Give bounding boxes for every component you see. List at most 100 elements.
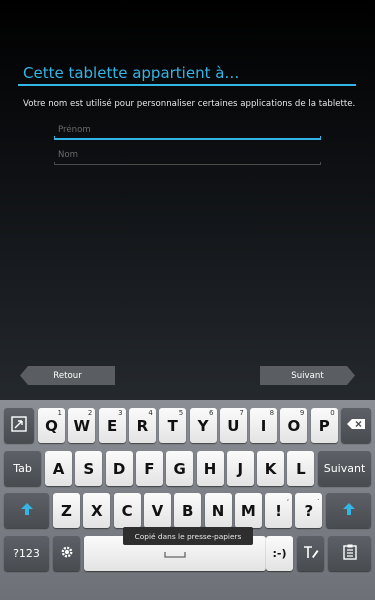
key-h[interactable]: H — [196, 451, 224, 486]
space-icon — [164, 545, 186, 563]
key-secondary-label: 9 — [299, 409, 305, 417]
first-name-placeholder: Prénom — [58, 125, 91, 135]
key-f[interactable]: F — [135, 451, 163, 486]
title-divider — [18, 84, 356, 86]
key-label: J — [237, 459, 244, 478]
first-name-field[interactable]: Prénom — [54, 122, 321, 140]
on-screen-keyboard: Tab Suivant ?123 :-) Q1W2E3R4T5Y6U7I8O9P… — [0, 400, 375, 600]
key-label: Y — [197, 416, 209, 435]
last-name-field[interactable]: Nom — [54, 147, 321, 165]
key-w[interactable]: W2 — [68, 408, 96, 443]
shift-icon — [342, 502, 355, 519]
last-name-underline — [54, 164, 321, 165]
key-label: I — [260, 416, 267, 435]
symbols-key[interactable]: ?123 — [4, 536, 49, 571]
key-k[interactable]: K — [257, 451, 285, 486]
key-label: ? — [304, 501, 314, 520]
key-label: Z — [61, 501, 72, 520]
key-c[interactable]: C — [113, 493, 141, 528]
key-secondary-label: 4 — [148, 409, 153, 417]
key-label: K — [264, 459, 277, 478]
key-secondary-label: 6 — [209, 409, 214, 417]
key-m[interactable]: M — [234, 493, 262, 528]
settings-key[interactable] — [53, 536, 80, 571]
key-label: B — [181, 501, 194, 520]
back-button[interactable]: Retour — [20, 366, 115, 385]
key-q[interactable]: Q1 — [38, 408, 65, 443]
settings-icon — [60, 545, 74, 562]
shift-icon — [20, 502, 33, 519]
key-label: ! — [275, 501, 283, 520]
key-secondary-label: , — [286, 494, 290, 502]
smiley-key[interactable]: :-) — [266, 536, 293, 571]
shift-key-left[interactable] — [4, 493, 49, 528]
key-secondary-label: 8 — [269, 409, 275, 417]
key-label: O — [287, 416, 301, 435]
key-e[interactable]: E3 — [98, 408, 126, 443]
key-y[interactable]: Y6 — [189, 408, 217, 443]
key-r[interactable]: R4 — [128, 408, 156, 443]
key-label: H — [203, 459, 217, 478]
key-secondary-label: . — [317, 494, 320, 502]
key-o[interactable]: O9 — [280, 408, 308, 443]
key-label: G — [173, 459, 186, 478]
key-secondary-label: 5 — [178, 409, 184, 417]
last-name-placeholder: Nom — [58, 150, 79, 160]
first-name-underline — [54, 138, 321, 140]
key-l[interactable]: L — [287, 451, 315, 486]
key-secondary-label: 1 — [57, 409, 62, 417]
key-label: W — [73, 416, 91, 435]
next-button[interactable]: Suivant — [260, 366, 355, 385]
key-s[interactable]: S — [75, 451, 103, 486]
key-label: E — [106, 416, 118, 435]
key-exclamation[interactable]: !, — [265, 493, 293, 528]
key-label: Q — [45, 416, 58, 435]
key-n[interactable]: N — [204, 493, 232, 528]
handwriting-icon — [303, 545, 319, 562]
key-secondary-label: 3 — [118, 409, 123, 417]
handwriting-key[interactable] — [297, 536, 324, 571]
key-label: D — [112, 459, 126, 478]
key-secondary-label: 2 — [87, 409, 93, 417]
key-j[interactable]: J — [226, 451, 254, 486]
enter-key[interactable]: Suivant — [318, 451, 371, 486]
setup-screen: Cette tablette appartient à… Votre nom e… — [0, 0, 375, 400]
key-label: U — [227, 416, 240, 435]
key-secondary-label: 0 — [330, 409, 335, 417]
key-z[interactable]: Z — [53, 493, 80, 528]
key-secondary-label: 7 — [239, 409, 244, 417]
clipboard-toast: Copié dans le presse-papiers — [123, 527, 253, 545]
key-label: F — [144, 459, 155, 478]
key-d[interactable]: D — [105, 451, 133, 486]
key-label: X — [91, 501, 103, 520]
key-p[interactable]: P0 — [310, 408, 338, 443]
tab-key[interactable]: Tab — [4, 451, 41, 486]
key-label: R — [136, 416, 149, 435]
key-b[interactable]: B — [174, 493, 202, 528]
clipboard-icon — [342, 544, 357, 563]
key-i[interactable]: I8 — [250, 408, 278, 443]
key-x[interactable]: X — [83, 493, 111, 528]
backspace-key[interactable] — [341, 408, 371, 443]
key-a[interactable]: A — [45, 451, 72, 486]
key-v[interactable]: V — [143, 493, 171, 528]
resize-icon — [11, 416, 27, 435]
key-label: A — [52, 459, 65, 478]
key-label: T — [167, 416, 178, 435]
key-label: S — [83, 459, 95, 478]
key-u[interactable]: U7 — [219, 408, 247, 443]
page-title: Cette tablette appartient à… — [23, 64, 240, 82]
description-text: Votre nom est utilisé pour personnaliser… — [23, 99, 356, 109]
key-label: V — [151, 501, 164, 520]
key-t[interactable]: T5 — [159, 408, 187, 443]
clipboard-key[interactable] — [328, 536, 371, 571]
key-g[interactable]: G — [166, 451, 194, 486]
key-label: M — [240, 501, 256, 520]
shift-key-right[interactable] — [326, 493, 371, 528]
key-label: N — [211, 501, 225, 520]
key-label: L — [296, 459, 306, 478]
key-question[interactable]: ?. — [295, 493, 323, 528]
resize-key[interactable] — [4, 408, 34, 443]
key-label: C — [121, 501, 133, 520]
backspace-icon — [346, 418, 366, 433]
